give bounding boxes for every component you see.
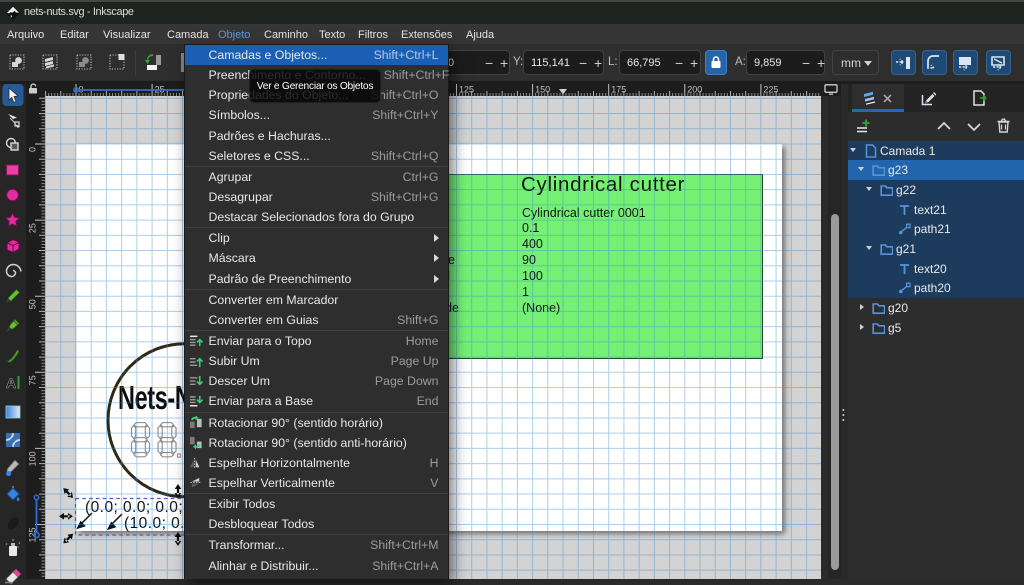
svg-text:125: 125 bbox=[459, 85, 474, 95]
svg-text:0: 0 bbox=[28, 147, 38, 152]
svg-text:50: 50 bbox=[28, 299, 38, 309]
svg-text:75: 75 bbox=[28, 375, 38, 385]
svg-text:25: 25 bbox=[28, 223, 38, 233]
svg-text:225: 225 bbox=[763, 85, 778, 95]
svg-text:200: 200 bbox=[687, 85, 702, 95]
svg-text:A: A bbox=[6, 375, 16, 391]
svg-text:175: 175 bbox=[611, 85, 626, 95]
svg-text:100: 100 bbox=[28, 451, 38, 466]
svg-text:150: 150 bbox=[535, 85, 550, 95]
